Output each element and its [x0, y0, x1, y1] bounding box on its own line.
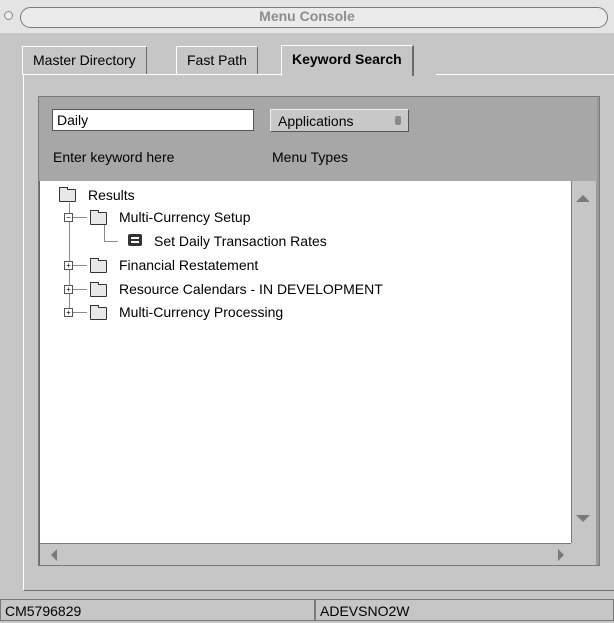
keyword-input[interactable]: [52, 109, 254, 131]
menu-types-value: Applications: [278, 113, 354, 129]
tree-item-resource-calendars[interactable]: Resource Calendars - IN DEVELOPMENT: [119, 280, 383, 298]
expand-icon[interactable]: +: [64, 285, 73, 294]
menu-console-window: Menu Console Master Directory Fast Path …: [0, 0, 614, 623]
expand-icon[interactable]: +: [64, 308, 73, 317]
window-title: Menu Console: [259, 8, 355, 24]
collapse-icon[interactable]: −: [64, 213, 73, 222]
tree-root-results[interactable]: Results: [88, 186, 135, 204]
scroll-left-arrow-icon[interactable]: [51, 549, 57, 561]
menu-types-option-button[interactable]: Applications: [270, 109, 409, 132]
tab-label: Fast Path: [187, 52, 247, 68]
status-user: ADEVSNO2W: [315, 599, 614, 621]
tab-keyword-search[interactable]: Keyword Search: [281, 45, 414, 76]
results-tree: Results − Multi-Currency Setup Set Daily…: [40, 181, 571, 543]
folder-icon: [90, 258, 107, 273]
vertical-scrollbar[interactable]: [571, 181, 596, 543]
horizontal-scrollbar[interactable]: [40, 543, 571, 565]
status-environment: CM5796829: [0, 599, 315, 621]
scroll-down-arrow-icon[interactable]: [576, 515, 590, 522]
scroll-up-arrow-icon[interactable]: [576, 195, 590, 202]
scroll-corner: [571, 543, 596, 565]
folder-icon: [90, 282, 107, 297]
expand-icon[interactable]: +: [64, 261, 73, 270]
tree-item-financial-restatement[interactable]: Financial Restatement: [119, 256, 258, 274]
application-icon: [128, 234, 142, 246]
keyword-caption: Enter keyword here: [53, 149, 175, 165]
tree-item-set-daily-transaction-rates[interactable]: Set Daily Transaction Rates: [154, 232, 327, 250]
tab-master-directory[interactable]: Master Directory: [22, 46, 147, 74]
scroll-right-arrow-icon[interactable]: [558, 549, 564, 561]
tree-item-multi-currency-setup[interactable]: Multi-Currency Setup: [119, 208, 251, 226]
tab-label: Keyword Search: [292, 51, 402, 67]
title-bar: Menu Console: [0, 0, 614, 33]
option-menu-indicator-icon: [395, 116, 401, 125]
folder-icon: [59, 187, 76, 202]
tree-connector: [73, 312, 87, 313]
tree-connector: [104, 241, 118, 242]
tree-connector: [73, 265, 87, 266]
tree-connector: [104, 225, 105, 241]
menu-types-caption: Menu Types: [272, 149, 349, 165]
tree-connector: [73, 289, 87, 290]
folder-icon: [90, 305, 107, 320]
tab-label: Master Directory: [33, 52, 136, 68]
folder-icon: [90, 210, 107, 225]
tree-item-multi-currency-processing[interactable]: Multi-Currency Processing: [119, 303, 283, 321]
tree-connector: [73, 217, 87, 218]
tab-fast-path[interactable]: Fast Path: [176, 46, 258, 74]
